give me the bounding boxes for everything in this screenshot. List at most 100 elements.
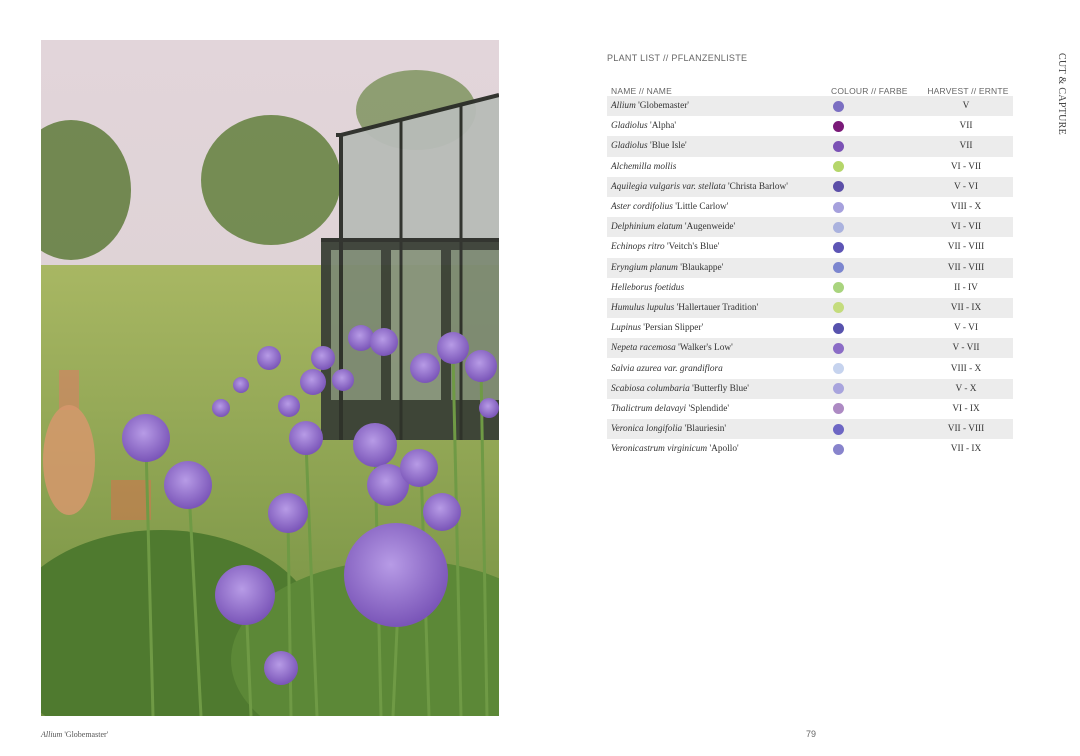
plant-name-cell: Thalictrum delavayi 'Splendide' xyxy=(607,399,831,419)
table-row: Salvia azurea var. grandiflora VIII - X xyxy=(607,358,1013,378)
plant-botanical-name: Aquilegia vulgaris var. stellata xyxy=(611,181,726,192)
plant-botanical-name: Salvia azurea var. grandiflora xyxy=(611,363,723,374)
plant-harvest-cell: VII - VIII xyxy=(919,257,1013,278)
plant-colour-cell xyxy=(831,278,919,298)
colour-swatch xyxy=(833,423,844,435)
section-title: CUT & CAPTURE xyxy=(1056,53,1067,136)
table-row: Lupinus 'Persian Slipper' V - VI xyxy=(607,318,1013,338)
plant-harvest-cell: V - X xyxy=(919,378,1013,399)
plant-botanical-name: Veronicastrum virginicum xyxy=(611,444,708,455)
plant-cultivar-name: 'Apollo' xyxy=(709,444,739,455)
table-row: Eryngium planum 'Blaukappe' VII - VIII xyxy=(607,257,1013,278)
plant-cultivar-name: 'Globemaster' xyxy=(638,101,689,112)
plant-harvest-cell: VI - IX xyxy=(952,403,980,414)
plant-cultivar-name: 'Splendide' xyxy=(688,403,730,414)
plant-harvest-cell: VII - VIII xyxy=(919,419,1013,440)
plant-cultivar-name: 'Christa Barlow' xyxy=(727,181,788,192)
colour-swatch xyxy=(833,100,844,112)
colour-swatch xyxy=(833,403,844,415)
plant-name-cell: Alchemilla mollis xyxy=(607,157,831,177)
colour-swatch xyxy=(833,120,844,132)
plant-botanical-name: Lupinus xyxy=(611,323,641,334)
plant-harvest-cell: V xyxy=(919,96,1013,117)
table-row: Aquilegia vulgaris var. stellata 'Christ… xyxy=(607,176,1013,197)
plant-botanical-name: Eryngium planum xyxy=(611,262,678,273)
plant-cultivar-name: 'Veitch's Blue' xyxy=(666,242,720,253)
plant-colour-cell xyxy=(831,338,919,359)
plant-harvest-cell: VII xyxy=(959,121,973,132)
colour-swatch xyxy=(833,322,844,334)
plant-colour-cell xyxy=(831,358,919,378)
plant-name-cell: Veronicastrum virginicum 'Apollo' xyxy=(607,439,831,459)
plant-harvest-cell: VI - VII xyxy=(950,161,982,172)
plant-cultivar-name: 'Alpha' xyxy=(650,121,677,132)
plant-colour-cell xyxy=(831,136,919,157)
table-row: Veronica longifolia 'Blauriesin' VII - VI… xyxy=(607,419,1013,440)
table-row: Veronicastrum virginicum 'Apollo' VII - I… xyxy=(607,439,1013,459)
colour-swatch xyxy=(833,443,844,455)
plant-colour-cell xyxy=(831,217,919,238)
colour-swatch xyxy=(833,342,844,354)
plant-colour-cell xyxy=(831,399,919,419)
plant-cultivar-name: 'Walker's Low' xyxy=(678,343,733,354)
table-row: Gladiolus 'Blue Isle' VII xyxy=(607,136,1013,157)
table-row: Humulus lupulus 'Hallertauer Tradition' V… xyxy=(607,297,1013,319)
table-row: Alchemilla mollis VI - VII xyxy=(607,157,1013,177)
plant-colour-cell xyxy=(831,257,919,278)
plant-name-cell: Delphinium elatum 'Augenweide' xyxy=(607,217,831,238)
plant-name-cell: Nepeta racemosa 'Walker's Low' xyxy=(607,338,831,359)
photo-caption: Allium 'Globemaster' xyxy=(41,730,108,739)
table-row: Gladiolus 'Alpha' VII xyxy=(607,116,1013,136)
plant-cultivar-name: 'Butterfly Blue' xyxy=(692,383,749,394)
colour-swatch xyxy=(833,181,844,193)
table-row: Nepeta racemosa 'Walker's Low' V - VII xyxy=(607,338,1013,359)
plant-harvest-cell: V - VI xyxy=(919,176,1013,197)
plant-name-cell: Echinops ritro 'Veitch's Blue' xyxy=(607,237,831,257)
plant-colour-cell xyxy=(831,297,919,319)
plant-cultivar-name: 'Blue Isle' xyxy=(650,141,687,152)
plant-harvest-cell: VIII - X xyxy=(950,202,982,213)
plant-cultivar-name: 'Hallertauer Tradition' xyxy=(676,302,759,313)
caption-cultivar: 'Globemaster' xyxy=(64,730,109,739)
plant-colour-cell xyxy=(831,116,919,136)
colour-swatch xyxy=(833,282,844,294)
page-number: 79 xyxy=(805,729,816,739)
plant-botanical-name: Scabiosa columbaria xyxy=(611,383,690,394)
plant-colour-cell xyxy=(831,419,919,440)
table-header-row: NAME // NAME COLOUR // FARBE HARVEST // … xyxy=(607,81,1013,96)
plant-colour-cell xyxy=(831,197,919,217)
plant-cultivar-name: 'Little Carlow' xyxy=(675,202,729,213)
plant-colour-cell xyxy=(831,157,919,177)
plant-harvest-cell: II - IV xyxy=(954,282,978,293)
plant-botanical-name: Gladiolus xyxy=(611,141,648,152)
plant-name-cell: Salvia azurea var. grandiflora xyxy=(607,358,831,378)
colour-swatch xyxy=(833,221,844,233)
colour-swatch xyxy=(833,161,844,173)
plant-name-cell: Humulus lupulus 'Hallertauer Tradition' xyxy=(607,297,831,319)
plant-botanical-name: Gladiolus xyxy=(611,121,648,132)
plant-botanical-name: Echinops ritro xyxy=(611,242,665,253)
plant-harvest-cell: VIII - X xyxy=(950,363,982,374)
plant-name-cell: Eryngium planum 'Blaukappe' xyxy=(607,257,831,278)
plant-list-body: Allium 'Globemaster' V Gladiolus 'Alpha' VI… xyxy=(607,96,1013,459)
plant-name-cell: Gladiolus 'Alpha' xyxy=(607,116,831,136)
plant-name-cell: Gladiolus 'Blue Isle' xyxy=(607,136,831,157)
plant-botanical-name: Delphinium elatum xyxy=(611,222,683,233)
plant-cultivar-name: 'Augenweide' xyxy=(684,222,736,233)
plant-colour-cell xyxy=(831,96,919,117)
colour-swatch xyxy=(833,201,844,213)
plant-name-cell: Scabiosa columbaria 'Butterfly Blue' xyxy=(607,378,831,399)
column-header-name: NAME // NAME xyxy=(611,86,672,96)
plant-harvest-cell: VII xyxy=(919,136,1013,157)
plant-botanical-name: Veronica longifolia xyxy=(611,424,683,435)
table-row: Allium 'Globemaster' V xyxy=(607,96,1013,117)
plant-colour-cell xyxy=(831,237,919,257)
photo-illustration xyxy=(41,40,499,716)
colour-swatch xyxy=(833,140,844,152)
plant-harvest-cell: V - VI xyxy=(954,323,978,334)
column-header-harvest: HARVEST // ERNTE xyxy=(927,86,1009,96)
column-header-colour: COLOUR // FARBE xyxy=(831,86,908,96)
plant-botanical-name: Humulus lupulus xyxy=(611,302,675,313)
plant-colour-cell xyxy=(831,378,919,399)
plant-name-cell: Aster cordifolius 'Little Carlow' xyxy=(607,197,831,217)
